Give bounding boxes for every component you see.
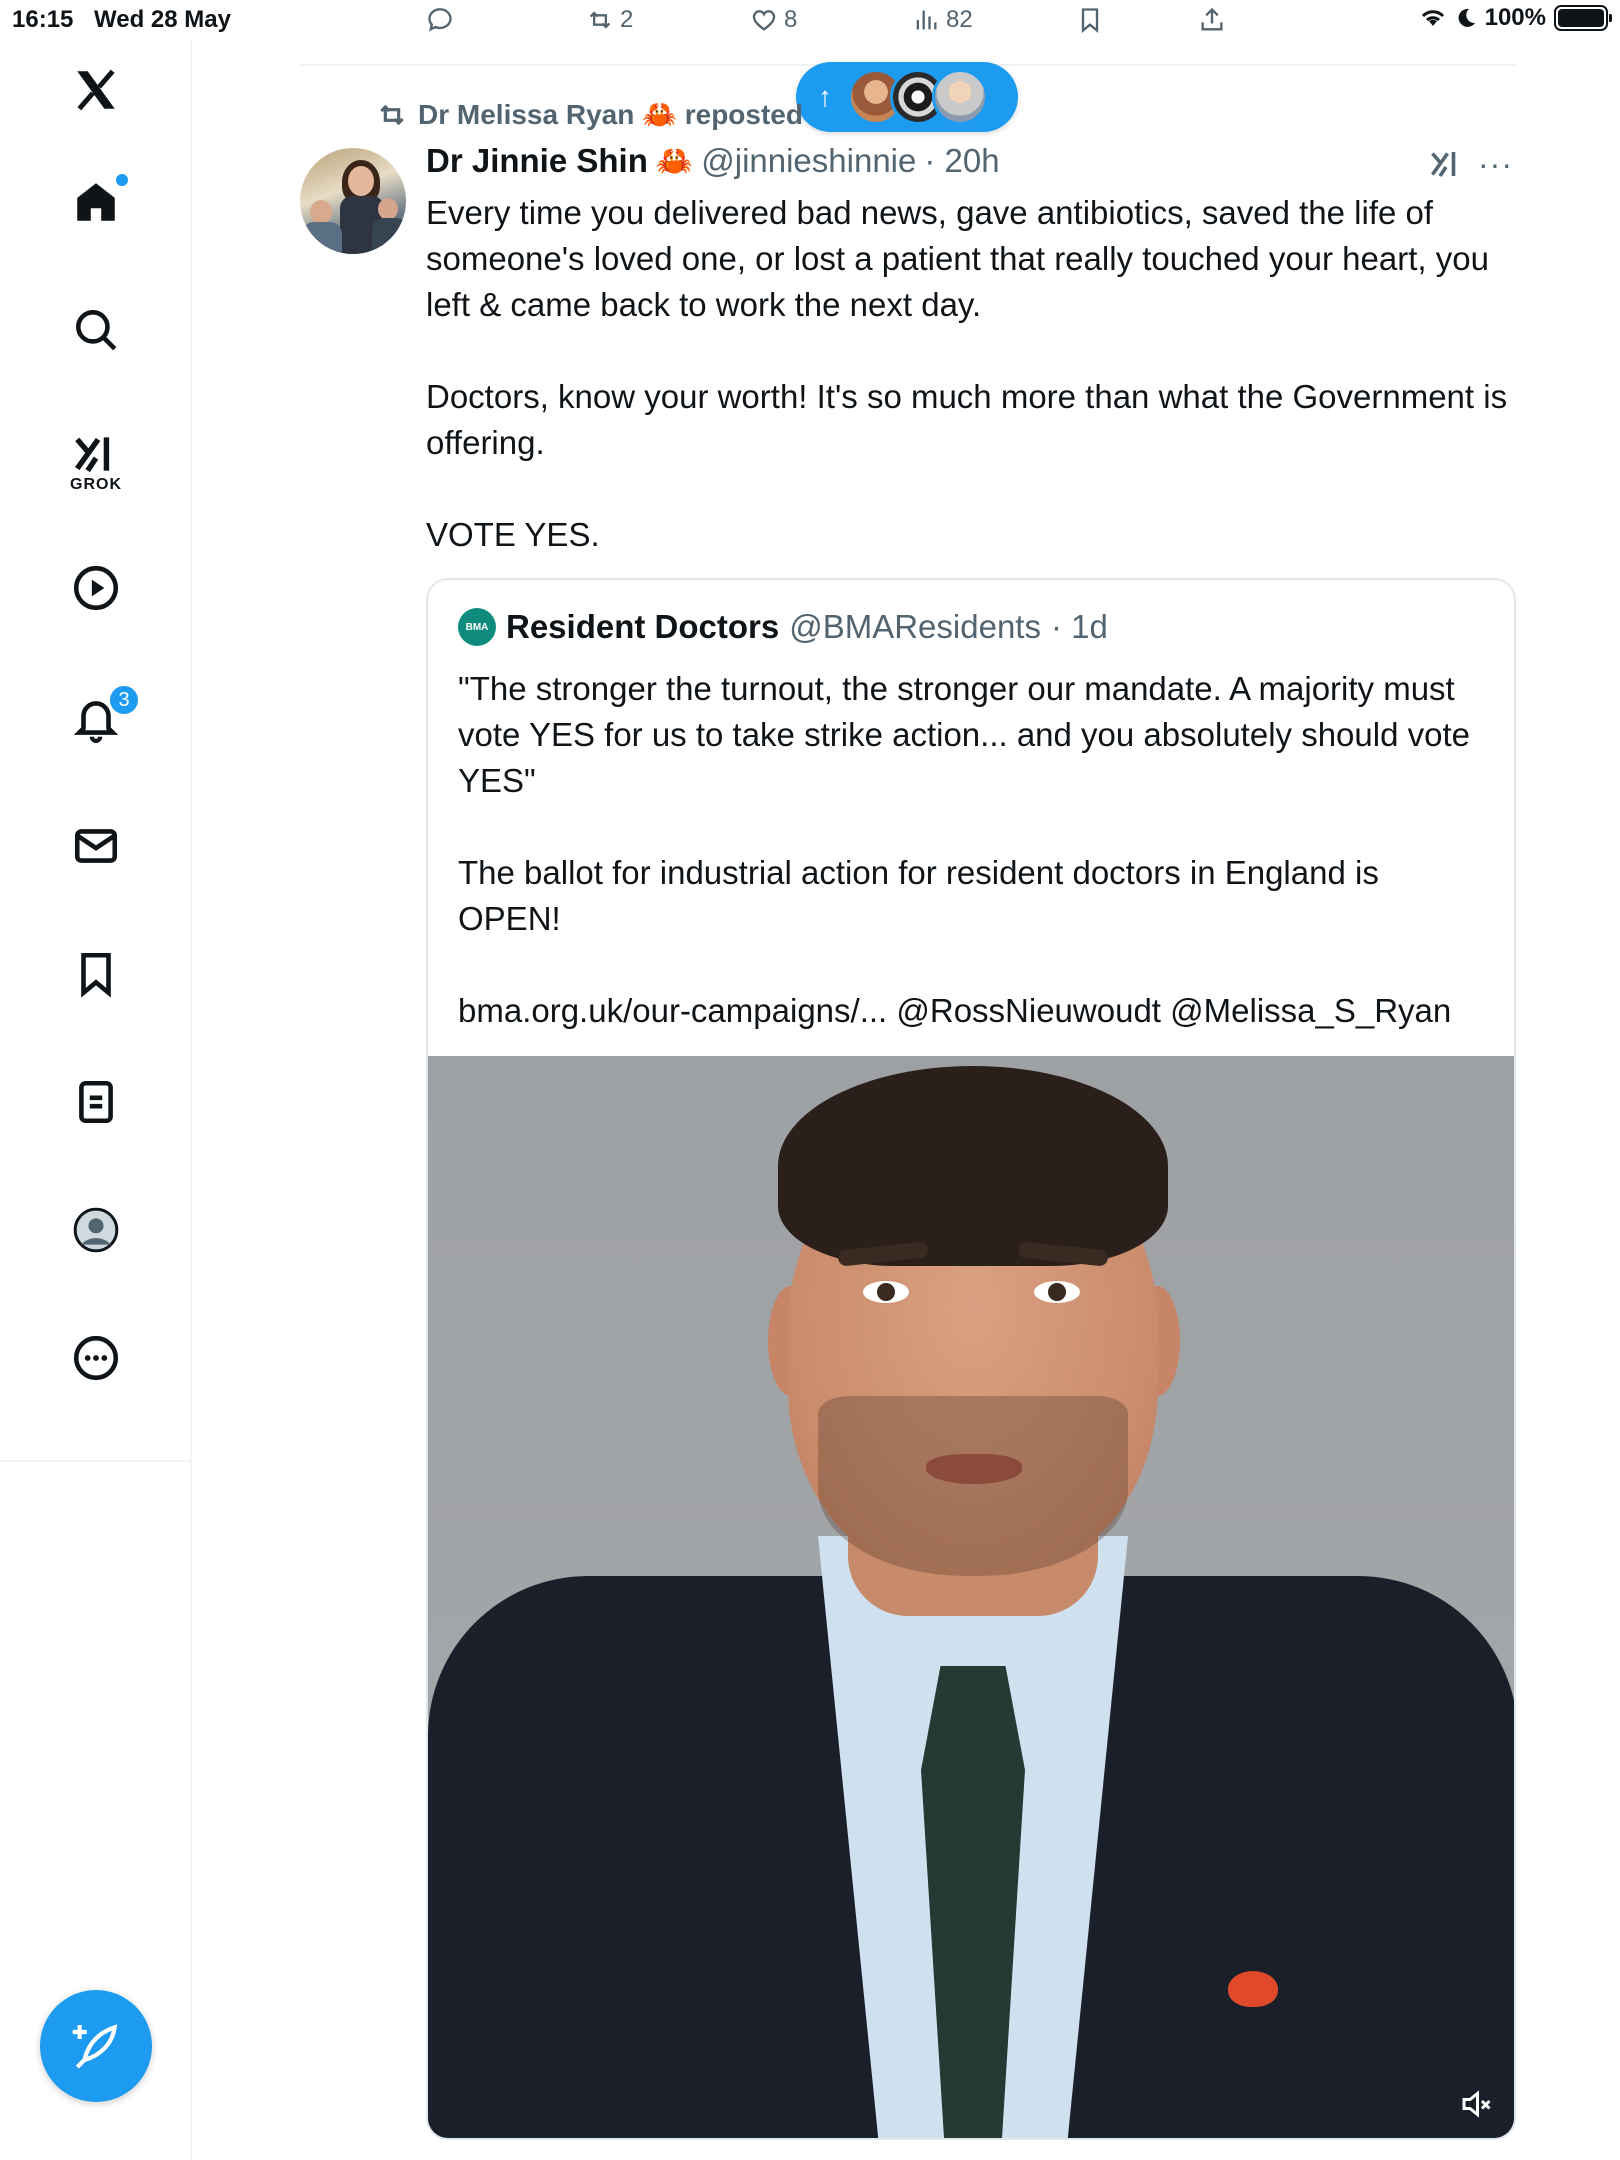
nav-explore[interactable] (68, 302, 124, 358)
wifi-icon (1421, 10, 1444, 26)
notifications-badge: 3 (108, 684, 140, 716)
bookmark-icon (81, 952, 111, 998)
compose-icon (72, 2024, 118, 2069)
nav-bookmarks[interactable] (68, 946, 124, 1002)
share-button[interactable] (1198, 6, 1226, 34)
reply-icon (428, 8, 452, 32)
tweet-text: Every time you delivered bad news, gave … (426, 194, 1508, 553)
bookmark-button[interactable] (1076, 6, 1104, 34)
repost-button[interactable]: 2 (586, 6, 633, 34)
tweet-header: Dr Jinnie Shin 🦀 @jinnieshinnie · 20h (426, 142, 1000, 180)
mute-icon[interactable] (1458, 2086, 1494, 2122)
views-count: 82 (946, 6, 973, 33)
nav-notifications[interactable]: 3 (68, 684, 140, 746)
video-frame-eye (863, 1281, 909, 1303)
play-icon (73, 565, 119, 611)
quoted-author-name: Resident Doctors (506, 608, 780, 645)
video-frame-beard (818, 1396, 1128, 1576)
x-logo[interactable] (68, 62, 124, 118)
home-unread-dot (116, 174, 128, 186)
nav-grok[interactable]: GROK (68, 426, 124, 493)
compose-button[interactable] (40, 1990, 152, 2102)
repost-indicator[interactable]: Dr Melissa Ryan 🦀 reposted (376, 98, 803, 131)
repost-icon (380, 104, 404, 125)
author-name[interactable]: Dr Jinnie Shin (426, 142, 648, 180)
nav-more[interactable] (68, 1330, 124, 1386)
nav-profile[interactable] (68, 1202, 124, 1258)
battery-percent: 100% (1484, 4, 1546, 31)
grok-icon[interactable] (1428, 146, 1464, 182)
like-count: 8 (784, 6, 798, 33)
bma-logo: BMA (458, 608, 496, 646)
author-avatar[interactable] (300, 148, 406, 254)
video-frame-hair (778, 1066, 1168, 1266)
like-button[interactable]: 8 (750, 6, 797, 34)
author-handle[interactable]: @jinnieshinnie (701, 142, 916, 180)
video-player[interactable] (428, 1056, 1514, 2138)
more-icon (73, 1335, 119, 1381)
more-options-button[interactable]: ··· (1478, 146, 1513, 183)
grok-label: GROK (70, 476, 122, 493)
nav-videos[interactable] (68, 560, 124, 616)
quoted-tweet[interactable]: BMA Resident Doctors @BMAResidents · 1d … (426, 578, 1516, 2140)
repost-icon (589, 11, 611, 29)
x-logo-icon (77, 69, 115, 111)
list-icon (79, 1080, 113, 1124)
crab-pin (1228, 1971, 1278, 2007)
new-posts-pill[interactable]: ↑ (796, 62, 1018, 132)
home-icon (77, 183, 115, 221)
repost-label: Dr Melissa Ryan 🦀 reposted (418, 99, 803, 130)
video-frame-mouth (926, 1454, 1022, 1484)
nav-home[interactable] (68, 174, 128, 230)
quoted-tweet-time: · 1d (1050, 608, 1108, 645)
tweet-time[interactable]: · 20h (924, 142, 999, 180)
nav-messages[interactable] (68, 818, 124, 874)
search-icon (76, 310, 117, 351)
heart-icon (752, 10, 776, 31)
views-icon (916, 10, 937, 30)
video-frame-eye (1034, 1281, 1080, 1303)
quoted-author-handle: @BMAResidents (789, 608, 1041, 645)
author-emoji: 🦀 (655, 144, 694, 178)
moon-icon (1458, 8, 1475, 27)
status-time: 16:15 (12, 6, 74, 33)
avatar (932, 69, 988, 125)
up-arrow-icon: ↑ (818, 81, 832, 112)
sidebar-divider (0, 1460, 192, 1462)
previous-tweet-actions: 2 8 82 (420, 6, 1223, 46)
quoted-tweet-text: "The stronger the turnout, the stronger … (458, 670, 1470, 1029)
nav-lists[interactable] (68, 1074, 124, 1130)
views-button[interactable]: 82 (912, 6, 973, 34)
sidebar: GROK 3 (0, 40, 192, 2160)
reply-button[interactable] (426, 6, 454, 34)
status-date: Wed 28 May (94, 6, 231, 33)
bookmark-icon (1081, 8, 1099, 33)
repost-count: 2 (620, 6, 634, 33)
mail-icon (74, 829, 118, 863)
grok-icon (75, 437, 110, 473)
battery-icon (1554, 5, 1612, 31)
profile-icon (73, 1207, 119, 1253)
share-icon (1201, 7, 1223, 31)
quoted-tweet-header: BMA Resident Doctors @BMAResidents · 1d (458, 608, 1108, 646)
status-right: 100% (1419, 4, 1612, 32)
